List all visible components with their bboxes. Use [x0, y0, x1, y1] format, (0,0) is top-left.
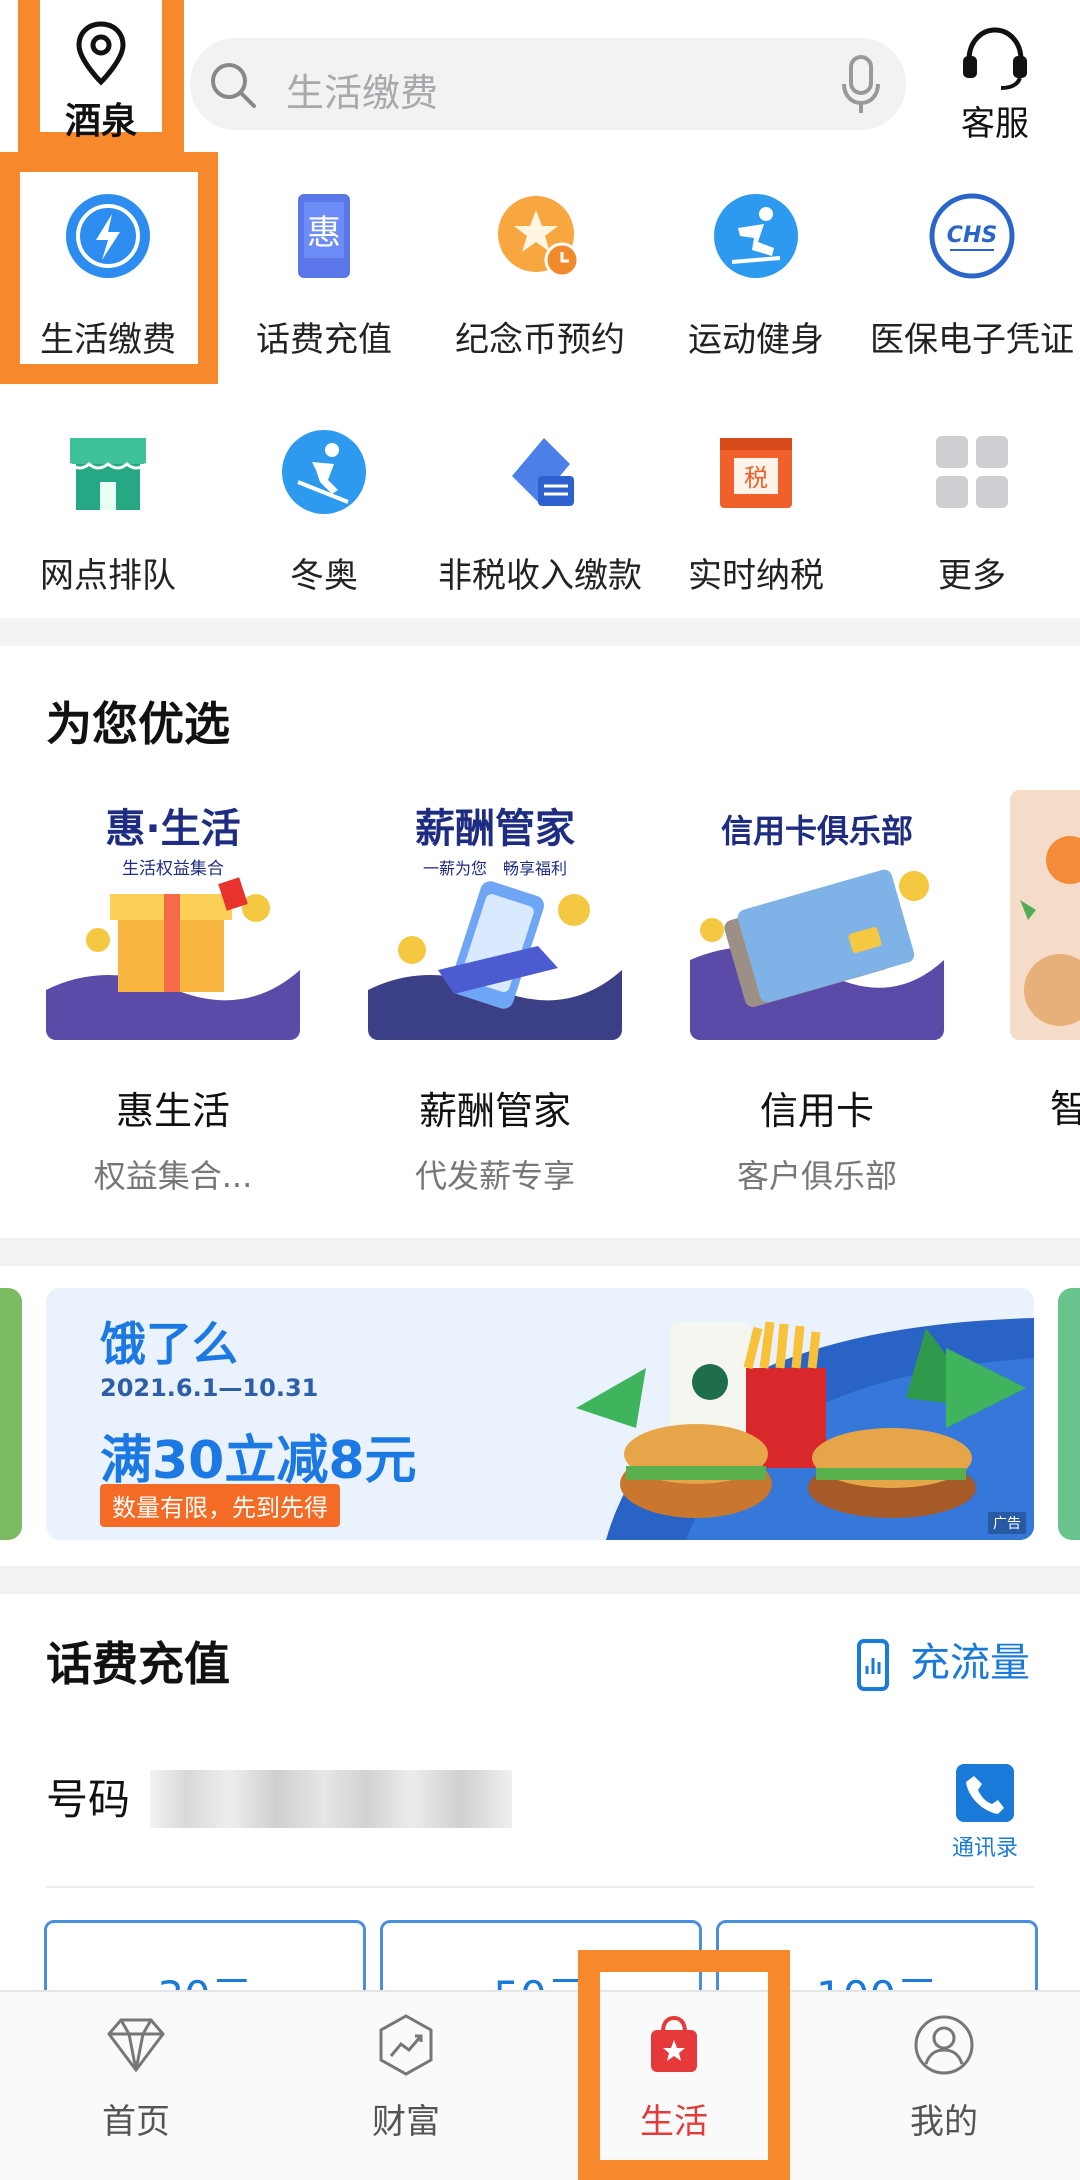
divider: [46, 1886, 1034, 1888]
svg-text:惠: 惠: [307, 213, 341, 253]
lightning-icon: [66, 194, 150, 278]
service-item-sports-fitness[interactable]: 运动健身: [648, 188, 864, 361]
more-grid-icon: [936, 436, 1008, 508]
location-pin-icon: [76, 21, 126, 86]
microphone-icon[interactable]: [840, 54, 882, 116]
ad-label: 广告: [988, 1512, 1026, 1534]
section-title: 为您优选: [46, 697, 230, 751]
discount-phone-icon: 惠: [298, 194, 350, 278]
promo-card-title: 信用卡: [759, 1089, 874, 1133]
service-item-utility-payment[interactable]: 生活缴费: [0, 188, 216, 361]
tax-icon: 税: [720, 438, 792, 508]
nav-mine[interactable]: 我的: [844, 2012, 1044, 2143]
service-item-branch-queue[interactable]: 网点排队: [0, 424, 216, 597]
nav-label: 财富: [372, 2102, 440, 2142]
service-label: 冬奥: [290, 556, 358, 596]
service-item-non-tax-payment[interactable]: 非税收入缴款: [432, 424, 648, 597]
promo-card-image: 信用卡俱乐部: [690, 790, 944, 1040]
promo-card-peek-image[interactable]: [1010, 790, 1080, 1040]
branch-store-icon: [69, 438, 147, 510]
phone-topup-section: 话费充值 充流量 号码 通讯录 30元 50元 100元: [0, 1594, 1080, 2040]
customer-service-label: 客服: [961, 104, 1029, 144]
skating-icon: [714, 194, 798, 278]
promo-card-subtitle: 权益集合...: [93, 1157, 253, 1195]
search-bar[interactable]: 生活缴费: [190, 38, 906, 130]
svg-text:惠·生活: 惠·生活: [105, 806, 240, 852]
service-label: 网点排队: [40, 556, 176, 596]
svg-text:税: 税: [744, 464, 768, 492]
svg-text:生活权益集合: 生活权益集合: [122, 859, 224, 879]
promo-card-hui-life[interactable]: 惠·生活 生活权益集合 惠生活 权益集合...: [46, 790, 300, 1197]
svg-text:薪酬管家: 薪酬管家: [415, 806, 575, 852]
service-item-winter-olympics[interactable]: 冬奥: [216, 424, 432, 597]
mobile-data-icon: [857, 1639, 889, 1691]
search-icon: [211, 63, 256, 108]
service-label: 更多: [938, 556, 1006, 596]
service-label: 实时纳税: [688, 556, 824, 596]
service-label: 纪念币预约: [455, 320, 625, 360]
service-item-more[interactable]: 更多: [864, 424, 1080, 597]
recommended-section: 为您优选 惠·生活 生活权益集合 惠生活 权益集合... 薪酬管家 一薪为您 畅…: [0, 646, 1080, 1238]
nav-label: 首页: [102, 2102, 170, 2142]
bottom-navigation: 首页 财富 生活 我的: [0, 1950, 1080, 2180]
promo-card-salary-butler[interactable]: 薪酬管家 一薪为您 畅享福利 薪酬管家 代发薪专享: [368, 790, 622, 1197]
promo-card-title: 薪酬管家: [418, 1089, 571, 1133]
promo-card-image: 薪酬管家 一薪为您 畅享福利: [368, 790, 622, 1040]
data-topup-label: 充流量: [910, 1640, 1030, 1686]
nav-label: 我的: [910, 2102, 978, 2142]
svg-text:CHS: CHS: [947, 223, 997, 248]
headset-icon: [963, 27, 1027, 90]
contacts-button[interactable]: 通讯录: [942, 1762, 1028, 1862]
promo-card-image: 惠·生活 生活权益集合: [46, 790, 300, 1040]
phone-number-input[interactable]: [150, 1770, 512, 1828]
promo-card-credit-card[interactable]: 信用卡俱乐部 信用卡 客户俱乐部: [690, 790, 944, 1197]
search-placeholder: 生活缴费: [286, 71, 439, 115]
user-icon: [914, 2015, 974, 2075]
banner-date: 2021.6.1—10.31: [100, 1374, 319, 1402]
banner-tag: 数量有限，先到先得: [100, 1484, 340, 1527]
svg-text:一薪为您 畅享福利: 一薪为您 畅享福利: [423, 859, 567, 878]
topup-title: 话费充值: [46, 1637, 230, 1691]
banner-brand: 饿了么: [100, 1317, 238, 1371]
wealth-chart-icon: [379, 2014, 433, 2076]
chs-medical-insurance-icon: CHS: [929, 193, 1015, 279]
banner-carousel: 饿了么 2021.6.1—10.31 满30立减8元 数量有限，先到先得 广告: [0, 1266, 1080, 1566]
skiing-icon: [282, 430, 366, 514]
service-label: 运动健身: [688, 320, 824, 360]
service-label: 生活缴费: [40, 320, 176, 360]
nav-home[interactable]: 首页: [36, 2012, 236, 2143]
location-selector[interactable]: 酒泉: [18, 0, 184, 154]
service-item-commemorative-coin[interactable]: 纪念币预约: [432, 188, 648, 361]
promo-card-peek-title: 智: [1050, 1087, 1080, 1131]
service-label: 话费充值: [256, 320, 392, 360]
banner-next-peek[interactable]: [1058, 1288, 1080, 1540]
contacts-label: 通讯录: [951, 1836, 1018, 1861]
service-label: 非税收入缴款: [438, 556, 642, 596]
contacts-icon: [956, 1764, 1014, 1822]
service-label: 医保电子凭证: [870, 320, 1074, 360]
nav-wealth[interactable]: 财富: [306, 2012, 506, 2143]
promo-banner-eleme[interactable]: 饿了么 2021.6.1—10.31 满30立减8元 数量有限，先到先得 广告: [46, 1288, 1034, 1540]
promo-card-subtitle: 代发薪专享: [414, 1157, 575, 1195]
customer-service-button[interactable]: 客服: [940, 22, 1050, 145]
top-bar: 酒泉 生活缴费 客服: [0, 0, 1080, 160]
phone-number-label: 号码: [46, 1775, 131, 1824]
non-tax-payment-icon: [512, 438, 574, 506]
promo-card-title: 惠生活: [115, 1089, 230, 1133]
commemorative-coin-icon: [498, 196, 580, 278]
diamond-icon: [107, 2018, 165, 2073]
service-item-real-time-tax[interactable]: 税 实时纳税: [648, 424, 864, 597]
promo-card-subtitle: 客户俱乐部: [736, 1157, 897, 1195]
service-item-phone-topup[interactable]: 惠 话费充值: [216, 188, 432, 361]
location-label: 酒泉: [64, 101, 137, 142]
data-topup-link[interactable]: 充流量: [856, 1630, 1030, 1692]
service-item-medical-insurance[interactable]: CHS 医保电子凭证: [864, 188, 1080, 361]
banner-promo: 满30立减8元: [100, 1431, 417, 1491]
svg-text:信用卡俱乐部: 信用卡俱乐部: [721, 812, 913, 850]
banner-prev-peek[interactable]: [0, 1288, 22, 1540]
quick-services-grid: 生活缴费 惠 话费充值 纪念币预约 运动健身 CHS 医保电子凭证 网点排队 冬…: [0, 152, 1080, 618]
highlight-box: [578, 1950, 790, 2180]
